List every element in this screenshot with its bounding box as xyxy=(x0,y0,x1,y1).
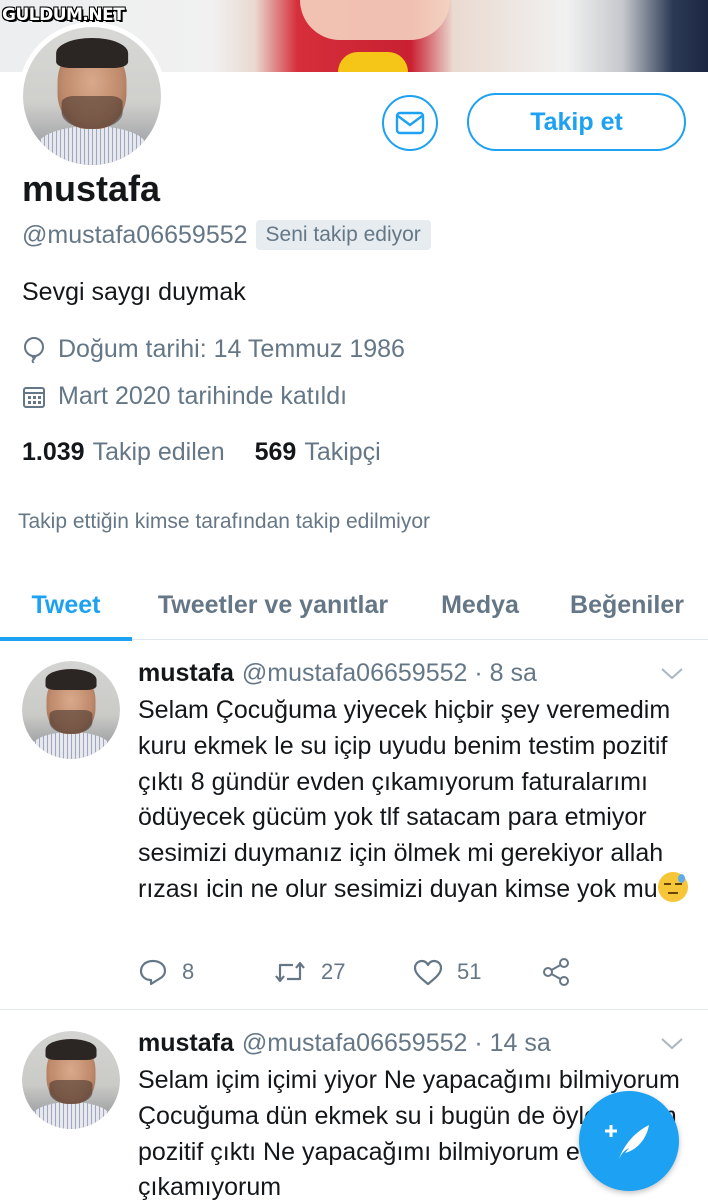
share-button[interactable] xyxy=(541,957,585,987)
profile-bio: Sevgi saygı duymak xyxy=(22,278,246,306)
chevron-down-icon[interactable] xyxy=(660,1037,684,1051)
tweet-header: mustafa @mustafa06659552 · 14 sa xyxy=(138,1029,551,1058)
share-icon xyxy=(543,958,569,986)
mail-icon xyxy=(395,111,425,135)
followers-link[interactable]: 569 Takipçi xyxy=(255,438,381,467)
tab-tweets-and-replies[interactable]: Tweetler ve yanıtlar xyxy=(132,570,414,640)
like-count: 51 xyxy=(457,959,482,984)
joined-date-text: Mart 2020 tarihinde katıldı xyxy=(58,382,348,410)
tweet-time: · 14 sa xyxy=(474,1029,551,1057)
tweet-body: Selam Çocuğuma yiyecek hiçbir şey vereme… xyxy=(138,696,671,903)
profile-tabs: Tweet Tweetler ve yanıtlar Medya Beğenil… xyxy=(0,570,708,641)
tweet-header: mustafa @mustafa06659552 · 8 sa xyxy=(138,659,537,688)
downcast-sweat-emoji xyxy=(657,871,688,902)
joined-date: Mart 2020 tarihinde katıldı xyxy=(22,382,347,411)
profile-name: mustafa xyxy=(22,168,161,209)
follow-stats: 1.039 Takip edilen 569 Takipçi xyxy=(22,438,381,467)
not-followed-note: Takip ettiğin kimse tarafından takip edi… xyxy=(18,510,431,533)
heart-icon xyxy=(413,959,443,985)
tweet-text: Selam Çocuğuma yiyecek hiçbir şey vereme… xyxy=(138,693,693,908)
following-link[interactable]: 1.039 Takip edilen xyxy=(22,438,225,467)
tweet-author-name: mustafa xyxy=(138,659,234,687)
balloon-icon xyxy=(24,336,44,363)
tweet-avatar[interactable] xyxy=(22,661,120,759)
followers-count: 569 xyxy=(254,438,297,466)
follow-button[interactable]: Takip et xyxy=(467,93,686,151)
reply-button[interactable]: 8 xyxy=(138,958,273,986)
followers-label: Takipçi xyxy=(304,438,381,466)
reply-icon xyxy=(139,959,167,986)
tweet-author-handle: @mustafa06659552 xyxy=(241,659,468,687)
profile-avatar[interactable] xyxy=(18,22,166,170)
tab-likes[interactable]: Beğeniler xyxy=(546,570,708,640)
tweet-author-name: mustafa xyxy=(138,1029,234,1057)
retweet-button[interactable]: 27 xyxy=(273,959,413,985)
reply-count: 8 xyxy=(182,959,195,984)
compose-quill-icon xyxy=(605,1125,649,1159)
tweet-time: · 8 sa xyxy=(474,659,537,687)
tab-media[interactable]: Medya xyxy=(414,570,546,640)
calendar-icon xyxy=(23,386,45,408)
following-count: 1.039 xyxy=(22,438,85,466)
birth-date-text: Doğum tarihi: 14 Temmuz 1986 xyxy=(58,335,405,363)
follows-you-badge: Seni takip ediyor xyxy=(255,220,431,250)
chevron-down-icon[interactable] xyxy=(660,667,684,681)
tab-tweet[interactable]: Tweet xyxy=(0,570,132,641)
profile-handle: @mustafa06659552 xyxy=(22,220,248,249)
tweet-item[interactable]: mustafa @mustafa06659552 · 8 sa Selam Çoc… xyxy=(0,641,708,1010)
watermark: GULDUM.NET xyxy=(2,5,125,25)
tweet-author-handle: @mustafa06659552 xyxy=(241,1029,468,1057)
tweet-actions: 8 27 51 xyxy=(138,957,585,987)
tweet-avatar[interactable] xyxy=(22,1031,120,1129)
retweet-icon xyxy=(275,961,305,983)
retweet-count: 27 xyxy=(321,959,346,984)
birth-date: Doğum tarihi: 14 Temmuz 1986 xyxy=(22,335,405,364)
following-label: Takip edilen xyxy=(92,438,225,466)
handle-row: @mustafa06659552 Seni takip ediyor xyxy=(22,220,431,250)
like-button[interactable]: 51 xyxy=(413,959,541,986)
compose-tweet-button[interactable] xyxy=(579,1091,679,1191)
message-button[interactable] xyxy=(382,95,438,151)
